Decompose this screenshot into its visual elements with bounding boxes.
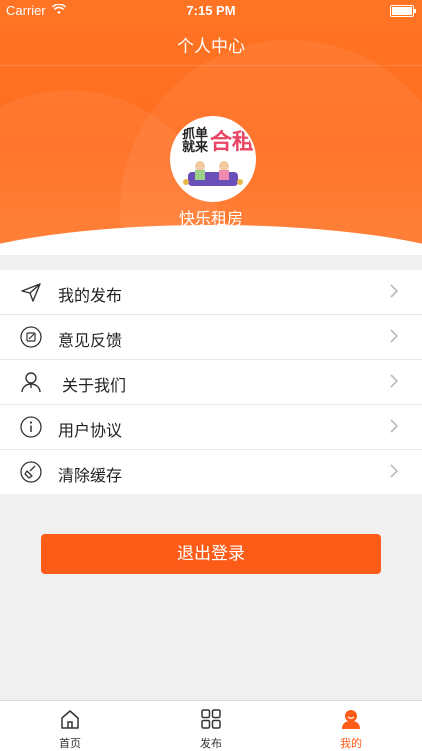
avatar[interactable]: 抓单 就来 合租 — [170, 116, 256, 202]
page-title: 个人中心 — [177, 37, 245, 57]
menu-item-my-posts[interactable]: 我的发布 — [0, 270, 422, 315]
tab-mine[interactable]: 我的 — [281, 701, 421, 751]
tab-label: 我的 — [340, 737, 362, 750]
username: 快乐租房 — [178, 209, 243, 228]
chevron-right-icon — [390, 464, 399, 478]
logout-button[interactable]: 退出登录 — [41, 534, 381, 574]
feedback-icon — [20, 326, 42, 348]
menu-item-label: 关于我们 — [62, 376, 127, 395]
menu-item-clear-cache[interactable]: 清除缓存 — [0, 450, 422, 494]
menu-item-feedback[interactable]: 意见反馈 — [0, 315, 422, 360]
tab-home[interactable]: 首页 — [0, 701, 140, 751]
avatar-brand-small: 抓单 就来 — [182, 127, 209, 155]
tab-bar: 首页 发布 我的 — [0, 700, 422, 751]
chevron-right-icon — [390, 419, 399, 433]
menu-item-label: 意见反馈 — [58, 331, 123, 350]
avatar-brand-big: 合租 — [210, 130, 255, 155]
tab-publish[interactable]: 发布 — [141, 701, 281, 751]
user-icon — [342, 710, 360, 729]
tab-label: 首页 — [59, 737, 81, 750]
grid-icon — [201, 709, 221, 729]
status-bar: Carrier 7:15 PM — [0, 0, 422, 22]
menu-item-label: 清除缓存 — [58, 466, 123, 485]
chevron-right-icon — [390, 329, 399, 343]
broom-icon — [20, 461, 42, 483]
menu-item-about[interactable]: 关于我们 — [0, 360, 422, 405]
send-icon — [21, 283, 41, 302]
menu-item-user-agreement[interactable]: 用户协议 — [0, 405, 422, 450]
home-icon — [61, 710, 79, 729]
info-icon — [20, 416, 42, 438]
avatar-illustration — [183, 161, 243, 186]
chevron-right-icon — [390, 284, 399, 298]
settings-menu: 我的发布 意见反馈 关于我们 用户协议 清除缓存 — [0, 270, 422, 494]
tab-label: 发布 — [200, 737, 222, 750]
menu-item-label: 我的发布 — [58, 286, 123, 305]
menu-item-label: 用户协议 — [58, 421, 123, 440]
person-icon — [21, 372, 41, 393]
clock: 7:15 PM — [186, 3, 236, 18]
battery-icon — [390, 5, 416, 17]
nav-bar: 个人中心 — [0, 22, 422, 66]
chevron-right-icon — [390, 374, 399, 388]
